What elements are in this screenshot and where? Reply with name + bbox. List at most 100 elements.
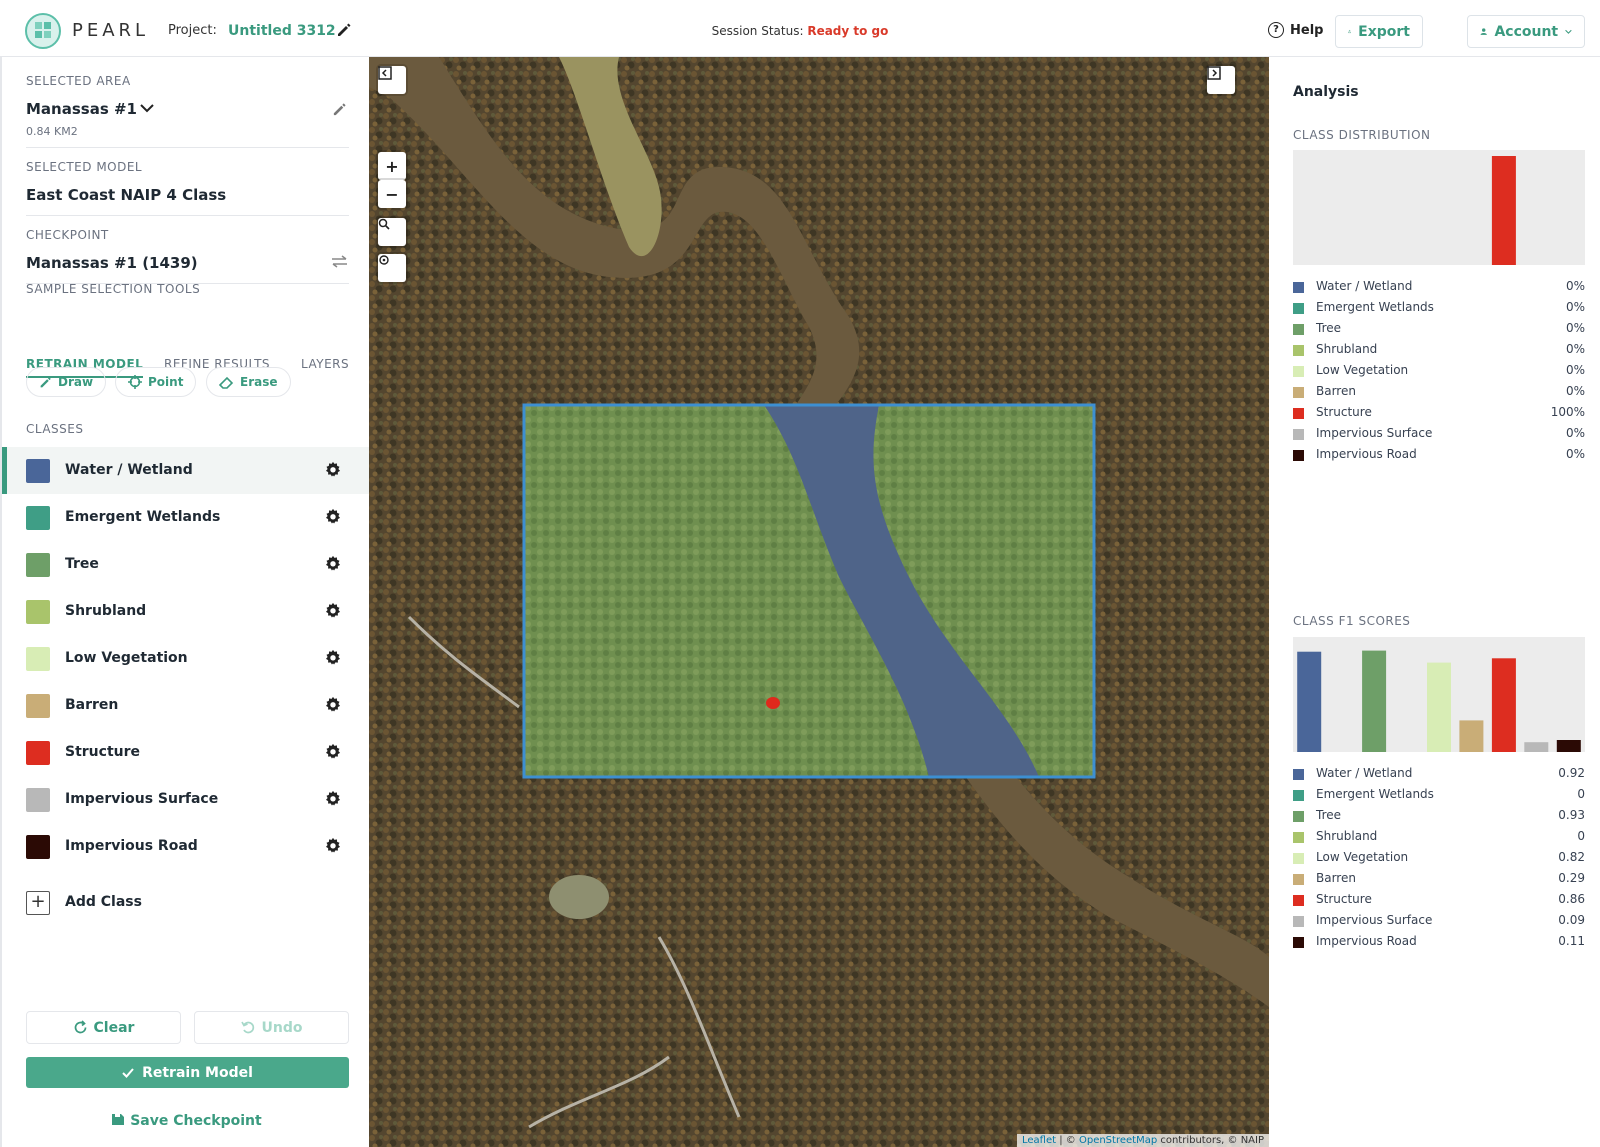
zoom-in-button[interactable]: + xyxy=(378,152,406,180)
class-row[interactable]: Tree xyxy=(2,541,369,588)
legend-value: 0 xyxy=(1577,829,1585,843)
retrain-label: Retrain Model xyxy=(142,1064,253,1081)
class-color-swatch[interactable] xyxy=(26,741,50,765)
legend-label: Shrubland xyxy=(1316,342,1378,356)
class-color-swatch[interactable] xyxy=(26,553,50,577)
gear-icon[interactable] xyxy=(324,555,342,573)
gear-icon[interactable] xyxy=(324,696,342,714)
class-f1-scores-chart xyxy=(1293,637,1585,752)
distribution-legend-item: Barren 0% xyxy=(1293,383,1585,404)
class-row[interactable]: Impervious Surface xyxy=(2,776,369,823)
gear-icon[interactable] xyxy=(324,837,342,855)
class-color-swatch[interactable] xyxy=(26,835,50,859)
check-icon xyxy=(122,1067,134,1078)
class-row[interactable]: Low Vegetation xyxy=(2,635,369,682)
class-color-swatch[interactable] xyxy=(26,459,50,483)
class-color-swatch[interactable] xyxy=(26,647,50,671)
checkpoint-name[interactable]: Manassas #1 (1439) xyxy=(26,254,198,272)
collapse-right-panel-button[interactable] xyxy=(1207,66,1235,94)
class-f1-scores-legend: Water / Wetland 0.92 Emergent Wetlands 0 Tre… xyxy=(1293,765,1585,954)
legend-label: Emergent Wetlands xyxy=(1316,787,1434,801)
chevron-down-icon[interactable] xyxy=(140,104,154,113)
gear-icon[interactable] xyxy=(324,508,342,526)
export-button[interactable]: Export xyxy=(1335,15,1423,48)
add-class-button[interactable]: + Add Class xyxy=(2,879,369,926)
locate-button[interactable] xyxy=(378,254,406,282)
legend-value: 0.11 xyxy=(1558,934,1585,948)
gear-icon[interactable] xyxy=(324,461,342,479)
map-view[interactable]: + − Leaflet | © OpenStreetMap contributo… xyxy=(369,57,1269,1147)
legend-value: 0% xyxy=(1565,321,1585,335)
selected-area-size: 0.84 KM2 xyxy=(26,125,78,138)
clear-button[interactable]: Clear xyxy=(26,1011,181,1044)
undo-icon xyxy=(240,1021,254,1034)
zoom-out-button[interactable]: − xyxy=(378,180,406,208)
retrain-model-button[interactable]: Retrain Model xyxy=(26,1057,349,1088)
legend-swatch xyxy=(1293,895,1304,906)
undo-button[interactable]: Undo xyxy=(194,1011,349,1044)
account-button[interactable]: Account xyxy=(1467,15,1585,48)
f1-legend-item: Structure 0.86 xyxy=(1293,891,1585,912)
class-distribution-label: CLASS DISTRIBUTION xyxy=(1293,128,1431,142)
legend-value: 0% xyxy=(1565,384,1585,398)
class-name: Low Vegetation xyxy=(65,650,188,666)
legend-value: 0% xyxy=(1565,363,1585,377)
f1-bar xyxy=(1297,651,1322,752)
erase-tool-button[interactable]: Erase xyxy=(206,367,291,397)
class-distribution-legend: Water / Wetland 0% Emergent Wetlands 0% Tree… xyxy=(1293,278,1585,467)
point-tool-button[interactable]: Point xyxy=(115,367,197,397)
edit-area-icon[interactable] xyxy=(332,102,347,117)
status-value: Ready to go xyxy=(807,24,889,38)
class-row[interactable]: Structure xyxy=(2,729,369,776)
save-icon xyxy=(112,1114,125,1125)
gear-icon[interactable] xyxy=(324,649,342,667)
class-row[interactable]: Emergent Wetlands xyxy=(2,494,369,541)
selected-model-name[interactable]: East Coast NAIP 4 Class xyxy=(26,186,226,204)
legend-swatch xyxy=(1293,832,1304,843)
gear-icon[interactable] xyxy=(324,602,342,620)
legend-value: 0.09 xyxy=(1558,913,1585,927)
legend-value: 0% xyxy=(1565,447,1585,461)
class-row[interactable]: Water / Wetland xyxy=(2,447,369,494)
class-name: Structure xyxy=(65,744,141,760)
save-checkpoint-button[interactable]: Save Checkpoint xyxy=(2,1112,371,1129)
locate-icon xyxy=(379,255,389,265)
legend-swatch xyxy=(1293,408,1304,419)
swap-icon[interactable] xyxy=(331,255,348,268)
osm-link[interactable]: OpenStreetMap xyxy=(1079,1135,1157,1146)
class-row[interactable]: Impervious Road xyxy=(2,823,369,870)
collapse-left-panel-button[interactable] xyxy=(378,66,406,94)
distribution-legend-item: Impervious Surface 0% xyxy=(1293,425,1585,446)
selected-area-label: SELECTED AREA xyxy=(26,74,131,88)
help-button[interactable]: ? Help xyxy=(1268,22,1323,38)
gear-icon[interactable] xyxy=(324,790,342,808)
panel-left-icon xyxy=(378,66,392,80)
class-row[interactable]: Barren xyxy=(2,682,369,729)
class-color-swatch[interactable] xyxy=(26,788,50,812)
export-icon xyxy=(1348,29,1351,34)
class-color-swatch[interactable] xyxy=(26,694,50,718)
gear-icon[interactable] xyxy=(324,743,342,761)
help-icon: ? xyxy=(1268,22,1284,38)
legend-label: Low Vegetation xyxy=(1316,850,1409,864)
legend-value: 0 xyxy=(1577,787,1585,801)
draw-label: Draw xyxy=(58,375,94,389)
legend-value: 100% xyxy=(1550,405,1585,419)
tab-layers[interactable]: LAYERS xyxy=(301,357,349,371)
class-row[interactable]: Shrubland xyxy=(2,588,369,635)
draw-tool-button[interactable]: Draw xyxy=(26,367,107,397)
search-location-button[interactable] xyxy=(378,218,406,246)
leaflet-link[interactable]: Leaflet xyxy=(1022,1135,1056,1146)
class-color-swatch[interactable] xyxy=(26,600,50,624)
class-name: Impervious Surface xyxy=(65,791,219,807)
map-attribution: Leaflet | © OpenStreetMap contributors, … xyxy=(1017,1134,1269,1147)
save-checkpoint-label: Save Checkpoint xyxy=(130,1113,262,1129)
add-class-label: Add Class xyxy=(65,894,142,910)
legend-label: Barren xyxy=(1316,871,1356,885)
plus-icon: + xyxy=(385,156,399,176)
f1-legend-item: Water / Wetland 0.92 xyxy=(1293,765,1585,786)
class-color-swatch[interactable] xyxy=(26,506,50,530)
legend-label: Tree xyxy=(1316,321,1342,335)
selected-area-name[interactable]: Manassas #1 xyxy=(26,100,137,118)
panel-right-icon xyxy=(1207,66,1221,80)
